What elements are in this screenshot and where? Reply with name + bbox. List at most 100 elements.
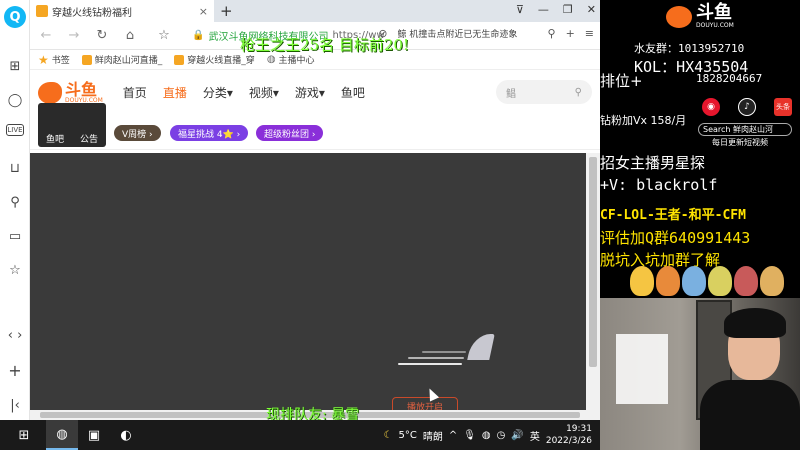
nav-game[interactable]: 游戏▾	[295, 84, 325, 101]
clock[interactable]: 19:31 2022/3/26	[546, 423, 592, 447]
app-taskbar-icon[interactable]: ▣	[78, 420, 110, 450]
news-ticker[interactable]: 鲸 机撞击点附近已无生命迹象	[398, 27, 538, 40]
nav-live[interactable]: 直播	[163, 84, 187, 101]
bookmarks-folder[interactable]: ★ 书签	[38, 53, 70, 67]
system-tray: ☾ 5°C 晴朗 ^ 🎙 ◍ ◷ 🔊 英 19:31 2022/3/26	[384, 420, 593, 450]
character-icon	[656, 266, 680, 296]
video-player[interactable]: 播放开启	[30, 153, 586, 415]
maximize-button[interactable]: ❐	[563, 3, 573, 16]
home-button[interactable]: ⌂	[120, 28, 140, 43]
microphone-icon[interactable]: 🎙	[463, 430, 476, 441]
windows-start-icon[interactable]: ⊞	[8, 420, 40, 450]
search-icon[interactable]: ⚲	[548, 27, 556, 40]
nav-category[interactable]: 分类▾	[203, 84, 233, 101]
collapse-icon[interactable]: |‹	[5, 395, 25, 415]
clock-date: 2022/3/26	[545, 436, 592, 446]
favicon-icon	[174, 54, 185, 65]
weibo-icon: ◉	[702, 98, 720, 116]
loading-shark-icon	[467, 334, 495, 360]
notice-link[interactable]: 公告	[80, 132, 98, 145]
tray-expand-icon[interactable]: ^	[449, 430, 457, 441]
menu-icon[interactable]: ≡	[585, 27, 594, 40]
lock-icon: 🔒	[192, 30, 205, 41]
new-tab-button[interactable]: +	[220, 2, 233, 20]
search-icon[interactable]: ⚲	[5, 192, 25, 212]
browser-window: 穿越火线钻粉福利 × + ⊽ — ❐ ✕ ← → ↻ ⌂ ☆ 🔒 武汉斗鱼网络科…	[30, 0, 600, 420]
favicon-icon	[81, 54, 92, 65]
super-fan-badge[interactable]: 超级粉丝团 ›	[256, 125, 324, 141]
character-icon	[708, 266, 732, 296]
tab-bar: 穿越火线钻粉福利 × + ⊽ — ❐ ✕	[30, 0, 600, 22]
refresh-button[interactable]: ↻	[92, 28, 112, 43]
star-icon[interactable]: ☆	[5, 260, 25, 280]
swoosh-line	[408, 357, 464, 359]
character-icon	[760, 266, 784, 296]
expand-arrows-icon[interactable]: ‹ ›	[5, 325, 25, 345]
nav-home[interactable]: 首页	[123, 84, 147, 101]
cart-icon[interactable]: ⊔	[5, 158, 25, 178]
search-icon[interactable]: ⚲	[575, 87, 582, 98]
douyu-logo[interactable]: 斗鱼 DOUYU.COM	[38, 79, 103, 104]
app-sidebar: Q ⊞ ◯ LIVE ⊔ ⚲ ▭ ☆ ‹ › + |‹	[0, 0, 30, 420]
diamond-fan-price: 钻粉加Vx 158/月	[600, 114, 687, 127]
browser-taskbar-icon[interactable]: ◍	[46, 420, 78, 450]
tab-active[interactable]: 穿越火线钻粉福利 ×	[30, 0, 214, 22]
nav-yuba[interactable]: 鱼吧	[341, 84, 365, 101]
character-icon	[734, 266, 758, 296]
chat-icon[interactable]: ◯	[5, 90, 25, 110]
obs-taskbar-icon[interactable]: ◐	[110, 420, 142, 450]
clock-tray-icon[interactable]: ◷	[497, 430, 506, 441]
back-button[interactable]: ←	[36, 28, 56, 43]
qq-logo-icon[interactable]: Q	[4, 6, 26, 28]
pin-icon[interactable]: ⊽	[516, 3, 524, 16]
panel-logo-text: 斗鱼	[696, 2, 732, 23]
add-icon[interactable]: +	[5, 360, 25, 380]
week-rank-badge[interactable]: V周榜 ›	[114, 125, 161, 141]
rank-number: 1828204667	[696, 72, 763, 85]
browser-tray-icon[interactable]: ◍	[482, 430, 491, 441]
character-icon	[630, 266, 654, 296]
swoosh-line	[398, 363, 462, 365]
yuba-link[interactable]: 鱼吧	[46, 132, 64, 145]
recruit-text: 招女主播男星探	[600, 154, 706, 172]
clock-time: 19:31	[566, 424, 592, 434]
bookmark-label: 鲜肉赵山河直播_	[94, 56, 163, 66]
minimize-button[interactable]: —	[538, 3, 549, 16]
vertical-scrollbar[interactable]	[586, 153, 600, 410]
fish-logo-icon	[38, 81, 62, 104]
window-controls: ⊽ — ❐ ✕	[516, 3, 596, 16]
eval-group: 评估加Q群640991443	[600, 229, 751, 247]
streamer-hair	[724, 308, 786, 338]
panel-logo: 斗鱼 DOUYU.COM	[666, 4, 734, 29]
tiktok-icon: ♪	[738, 98, 756, 116]
language-indicator[interactable]: 英	[530, 428, 540, 443]
apps-icon[interactable]: ⊞	[5, 56, 25, 76]
star-challenge-badge[interactable]: 福星挑战 4⭐ ›	[170, 125, 249, 141]
scroll-thumb[interactable]	[589, 157, 597, 367]
bookmark-label: 书签	[51, 56, 70, 66]
search-placeholder: 鲳	[506, 88, 516, 100]
add-icon[interactable]: +	[566, 27, 575, 40]
book-icon[interactable]: ▭	[5, 226, 25, 246]
site-search-input[interactable]: 鲳 ⚲	[496, 80, 592, 104]
forward-button[interactable]: →	[64, 28, 84, 43]
monitor-glow	[616, 334, 668, 404]
live-icon[interactable]: LIVE	[6, 124, 24, 136]
bookmark-item[interactable]: 鲜肉赵山河直播_	[81, 53, 163, 66]
taskbar: ⊞ ◍ ▣ ◐ ☾ 5°C 晴朗 ^ 🎙 ◍ ◷ 🔊 英 19:31 2022/…	[0, 420, 600, 450]
streamer-avatar[interactable]: 鱼吧 公告	[38, 103, 106, 147]
volume-icon[interactable]: 🔊	[511, 430, 523, 441]
logo-text: 斗鱼	[65, 79, 98, 99]
stream-goal-overlay: 枪王之王25名 目标前20!	[240, 36, 409, 54]
panel-search-box: Search 鲜肉赵山河	[698, 123, 792, 136]
bookmark-star-icon[interactable]: ☆	[154, 28, 174, 43]
screen: Q ⊞ ◯ LIVE ⊔ ⚲ ▭ ☆ ‹ › + |‹ 穿越火线钻粉福利 × +…	[0, 0, 800, 450]
tab-title: 穿越火线钻粉福利	[52, 7, 132, 19]
panel-logo-subtext: DOUYU.COM	[696, 22, 734, 29]
wechat-text: +V: blackrolf	[600, 176, 718, 194]
anime-characters	[630, 266, 784, 296]
nav-video[interactable]: 视频▾	[249, 84, 279, 101]
tab-close-icon[interactable]: ×	[199, 5, 208, 18]
close-button[interactable]: ✕	[587, 3, 596, 16]
fish-logo-icon	[666, 5, 692, 28]
